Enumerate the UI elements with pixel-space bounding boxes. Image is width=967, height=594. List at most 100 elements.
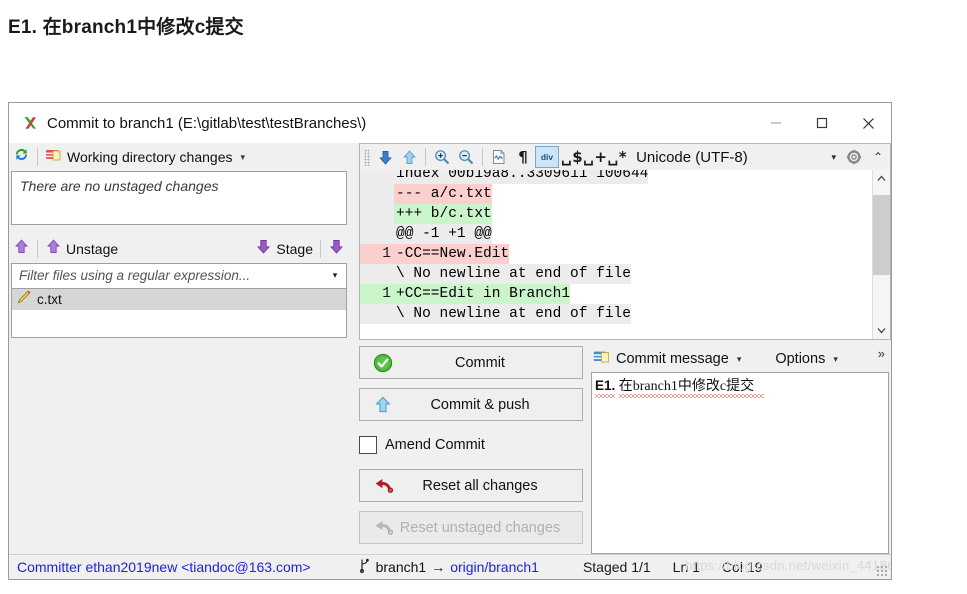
lower-section: Commit Commit & push Amend Commit Reset … bbox=[9, 340, 891, 554]
zoom-in-icon[interactable] bbox=[430, 146, 454, 168]
reset-unstaged-changes-button: Reset unstaged changes bbox=[359, 511, 583, 544]
file-filter-row[interactable]: Filter files using a regular expression.… bbox=[11, 262, 347, 289]
refresh-icon[interactable] bbox=[13, 146, 30, 168]
diff-scrollbar[interactable] bbox=[872, 170, 890, 339]
horizontal-splitter[interactable] bbox=[9, 224, 349, 235]
staged-count: Staged 1/1 bbox=[582, 559, 651, 575]
unstage-arrow-icon[interactable] bbox=[13, 238, 30, 260]
unstaged-empty-text: There are no unstaged changes bbox=[20, 178, 219, 194]
scrollbar-thumb[interactable] bbox=[873, 195, 890, 275]
tortoisegit-icon bbox=[21, 114, 39, 132]
spellcheck-underline bbox=[595, 394, 615, 398]
chevron-down-icon[interactable]: ▾ bbox=[324, 270, 346, 281]
commit-message-prefix: E1. bbox=[595, 378, 616, 393]
maximize-button[interactable] bbox=[799, 103, 845, 143]
close-button[interactable] bbox=[845, 103, 891, 143]
staged-file-list[interactable]: c.txt bbox=[11, 288, 347, 338]
diff-gutter bbox=[360, 264, 394, 284]
diff-line: +++ b/c.txt bbox=[360, 204, 872, 224]
diff-line-text: @@ -1 +1 @@ bbox=[394, 224, 492, 244]
stage-arrow-icon[interactable] bbox=[328, 238, 345, 260]
diff-line: \ No newline at end of file bbox=[360, 264, 872, 284]
diff-gutter bbox=[360, 304, 394, 324]
toolbar-separator bbox=[425, 148, 426, 166]
toolbar-separator bbox=[37, 239, 38, 258]
vertical-splitter[interactable] bbox=[349, 143, 359, 340]
diff-line-text: \ No newline at end of file bbox=[394, 304, 631, 324]
chevron-down-icon[interactable]: ▾ bbox=[240, 152, 245, 163]
file-name: c.txt bbox=[37, 291, 62, 307]
scrollbar-track[interactable] bbox=[873, 187, 890, 322]
commit-message-text: E1. 在branch1中修改c提交 bbox=[595, 375, 885, 395]
diff-line-text: +CC==Edit in Branch1 bbox=[394, 284, 571, 304]
commit-message-title: Commit message bbox=[616, 351, 729, 367]
chevron-up-icon[interactable]: ⌃ bbox=[866, 146, 890, 168]
minimize-button[interactable] bbox=[753, 103, 799, 143]
commit-message-icon bbox=[593, 349, 612, 370]
zoom-out-icon[interactable] bbox=[454, 146, 478, 168]
toolbar-separator bbox=[320, 239, 321, 258]
diff-line-text: \ No newline at end of file bbox=[394, 264, 631, 284]
modified-pencil-icon bbox=[16, 289, 32, 310]
toolbar-grip[interactable] bbox=[364, 148, 370, 166]
resize-grip[interactable] bbox=[876, 565, 888, 577]
unstaged-file-list[interactable]: There are no unstaged changes bbox=[11, 171, 347, 225]
diff-gutter bbox=[360, 170, 394, 184]
chevron-down-icon[interactable]: ▾ bbox=[737, 354, 742, 365]
list-item[interactable]: c.txt bbox=[12, 288, 346, 310]
arrow-down-icon[interactable] bbox=[373, 146, 397, 168]
chevron-down-icon[interactable]: ▾ bbox=[833, 354, 838, 365]
chevron-down-icon[interactable]: ▾ bbox=[831, 152, 842, 163]
commit-and-push-button[interactable]: Commit & push bbox=[359, 388, 583, 421]
green-check-icon bbox=[373, 353, 393, 373]
commit-message-input[interactable]: E1. 在branch1中修改c提交 bbox=[591, 372, 889, 554]
filter-input[interactable]: Filter files using a regular expression.… bbox=[12, 268, 324, 283]
diff-lines[interactable]: index 00b19a8..3309611 100644 --- a/c.tx… bbox=[360, 170, 872, 339]
amend-commit-row[interactable]: Amend Commit bbox=[359, 430, 583, 460]
scroll-down-button[interactable] bbox=[873, 322, 890, 339]
working-directory-icon bbox=[45, 147, 63, 168]
window-controls bbox=[753, 103, 891, 143]
commit-button[interactable]: Commit bbox=[359, 346, 583, 379]
commit-button-label: Commit bbox=[455, 354, 505, 371]
upper-section: Working directory changes ▾ There are no… bbox=[9, 143, 891, 340]
unstage-label[interactable]: Unstage bbox=[66, 241, 118, 257]
gear-icon[interactable] bbox=[842, 146, 866, 168]
arrow-up-icon[interactable] bbox=[397, 146, 421, 168]
overflow-chevrons-icon[interactable]: » bbox=[878, 346, 889, 361]
document-diff-icon[interactable] bbox=[487, 146, 511, 168]
push-up-arrow-icon bbox=[373, 395, 393, 415]
diff-gutter: 1 bbox=[360, 244, 394, 264]
toolbar-separator bbox=[37, 148, 38, 166]
scroll-up-button[interactable] bbox=[873, 170, 890, 187]
spellcheck-underline bbox=[619, 394, 764, 398]
committer-status[interactable]: Committer ethan2019new <tiandoc@163.com> bbox=[9, 559, 311, 575]
diff-gutter bbox=[360, 324, 394, 339]
reset-all-changes-button[interactable]: Reset all changes bbox=[359, 469, 583, 502]
window-titlebar: Commit to branch1 (E:\gitlab\test\testBr… bbox=[9, 103, 891, 143]
diff-viewer: ¶ div ␣$␣+␣* Unicode (UTF-8) ▾ ⌃ index 0… bbox=[359, 143, 891, 340]
branch-status: branch1 → origin/branch1 bbox=[359, 558, 539, 576]
working-directory-label: Working directory changes bbox=[67, 149, 233, 165]
diff-line-text: --- a/c.txt bbox=[394, 184, 492, 204]
div-toggle-button[interactable]: div bbox=[535, 146, 559, 168]
current-branch: branch1 bbox=[375, 559, 427, 575]
reset-gray-icon bbox=[373, 519, 394, 537]
pilcrow-icon[interactable]: ¶ bbox=[511, 146, 535, 168]
remote-branch[interactable]: origin/branch1 bbox=[450, 559, 539, 575]
options-label[interactable]: Options bbox=[775, 351, 825, 367]
status-bar: Committer ethan2019new <tiandoc@163.com>… bbox=[9, 554, 891, 579]
diff-line: @@ -1 +1 @@ bbox=[360, 224, 872, 244]
amend-commit-checkbox[interactable] bbox=[359, 436, 377, 454]
diff-line-text: index 00b19a8..3309611 100644 bbox=[394, 170, 649, 184]
stage-arrow-icon[interactable] bbox=[255, 238, 272, 260]
diff-gutter bbox=[360, 224, 394, 244]
unstage-arrow-icon[interactable] bbox=[45, 238, 62, 260]
stage-label[interactable]: Stage bbox=[276, 241, 313, 257]
lower-spacer bbox=[9, 346, 359, 554]
diff-gutter bbox=[360, 204, 394, 224]
window-body: Working directory changes ▾ There are no… bbox=[9, 143, 891, 579]
whitespace-glyphs[interactable]: ␣$␣+␣* bbox=[559, 148, 629, 166]
diff-line: index 00b19a8..3309611 100644 bbox=[360, 170, 872, 184]
amend-commit-label: Amend Commit bbox=[385, 437, 485, 453]
